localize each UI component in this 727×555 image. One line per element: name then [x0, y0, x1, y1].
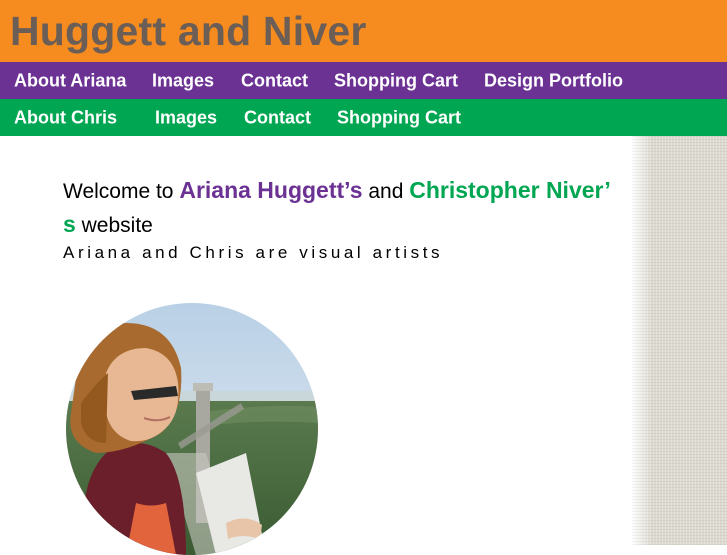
nav-link-about-ariana[interactable]: About Ariana — [14, 70, 126, 91]
nav-link-design-portfolio[interactable]: Design Portfolio — [484, 70, 623, 91]
welcome-suffix: website — [75, 214, 153, 237]
nav-bar-ariana: About Ariana Images Contact Shopping Car… — [0, 62, 727, 99]
tagline: Ariana and Chris are visual artists — [63, 243, 444, 262]
nav-link-chris-images[interactable]: Images — [155, 107, 217, 128]
welcome-prefix: Welcome to — [63, 180, 180, 203]
nav-link-chris-shopping-cart[interactable]: Shopping Cart — [337, 107, 461, 128]
nav-link-chris-contact[interactable]: Contact — [244, 107, 311, 128]
site-title[interactable]: Huggett and Niver — [10, 8, 367, 54]
nav-bar-chris: About Chris Images Contact Shopping Cart — [0, 99, 727, 136]
ariana-portrait-photo — [66, 303, 318, 555]
chris-name: Christopher Niver’ — [409, 177, 611, 203]
site-header: Huggett and Niver — [0, 0, 727, 62]
nav-link-about-chris[interactable]: About Chris — [14, 107, 117, 128]
chris-name-suffix: s — [63, 211, 76, 237]
welcome-heading: Welcome to Ariana Huggett’s and Christop… — [63, 174, 648, 242]
nav-link-ariana-contact[interactable]: Contact — [241, 70, 308, 91]
ariana-name: Ariana Huggett’s — [179, 177, 363, 203]
nav-link-ariana-images[interactable]: Images — [152, 70, 214, 91]
welcome-conjunction: and — [362, 180, 410, 203]
nav-link-ariana-shopping-cart[interactable]: Shopping Cart — [334, 70, 458, 91]
